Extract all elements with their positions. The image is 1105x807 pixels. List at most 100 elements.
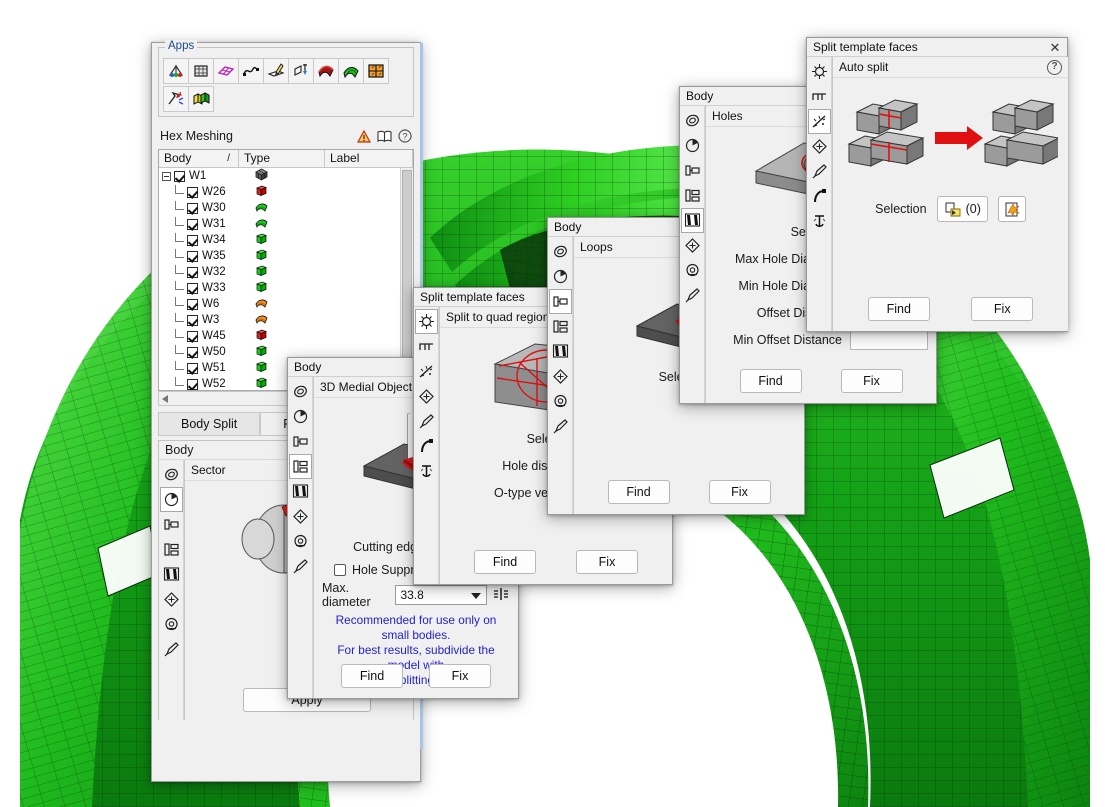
table-row[interactable]: W35 (159, 248, 413, 264)
body-tree[interactable]: Body / Type Label W1 W26 W30 W31 W34 W35 W32 W3… (158, 149, 414, 391)
selection-picker-button[interactable]: (0) (936, 196, 988, 222)
rail-split-disc-icon[interactable] (681, 108, 704, 133)
quad-fix-button[interactable]: Fix (576, 550, 638, 574)
rail-bend-arrow-icon[interactable] (415, 434, 438, 459)
table-row[interactable]: W3 (159, 312, 413, 328)
row-checkbox[interactable] (187, 330, 198, 342)
table-row[interactable]: W31 (159, 216, 413, 232)
rail-split-t-icon[interactable] (160, 512, 183, 537)
sketch-edit-icon[interactable] (263, 58, 289, 84)
row-checkbox[interactable] (187, 202, 198, 214)
rail-anchor-icon[interactable] (808, 209, 831, 234)
row-checkbox[interactable] (187, 250, 198, 262)
close-icon[interactable]: ✕ (1047, 38, 1063, 57)
rail-split-pair-icon[interactable] (681, 208, 704, 233)
table-row[interactable]: W6 (159, 296, 413, 312)
rail-bend-arrow-icon[interactable] (808, 184, 831, 209)
medial-find-button[interactable]: Find (341, 664, 403, 688)
rail-split-t-icon[interactable] (681, 158, 704, 183)
table-row[interactable]: W45 (159, 328, 413, 344)
rail-square-bracket-icon[interactable] (415, 334, 438, 359)
new-selection-icon[interactable] (997, 196, 1026, 222)
surface-mesh-icon[interactable] (213, 58, 239, 84)
row-checkbox[interactable] (187, 298, 198, 310)
rail-split-circle-icon[interactable] (160, 612, 183, 637)
rail-split-disc-icon[interactable] (549, 239, 572, 264)
tree-col-body[interactable]: Body / (159, 150, 239, 167)
auto-fix-button[interactable]: Fix (971, 297, 1034, 321)
row-checkbox[interactable] (187, 266, 198, 278)
hole-suppression-checkbox[interactable] (334, 564, 346, 576)
rail-split-cross-icon[interactable] (289, 454, 312, 479)
rail-split-pair-icon[interactable] (549, 339, 572, 364)
row-checkbox[interactable] (187, 282, 198, 294)
table-row[interactable]: W33 (159, 280, 413, 296)
table-row[interactable]: W34 (159, 232, 413, 248)
rail-split-cross-icon[interactable] (681, 183, 704, 208)
rail-split-diamond-icon[interactable] (415, 384, 438, 409)
row-checkbox[interactable] (187, 186, 198, 198)
tree-col-label[interactable]: Label (325, 150, 413, 167)
rail-split-cross-icon[interactable] (549, 314, 572, 339)
holes-find-button[interactable]: Find (739, 369, 802, 393)
rail-split-t-icon[interactable] (289, 429, 312, 454)
manual-book-icon[interactable] (377, 128, 392, 150)
rail-split-diamond-icon[interactable] (160, 587, 183, 612)
row-checkbox[interactable] (187, 314, 198, 326)
rail-auto-split-icon[interactable] (415, 309, 438, 334)
rail-split-circle-icon[interactable] (289, 529, 312, 554)
row-checkbox[interactable] (187, 218, 198, 230)
tab-body-split[interactable]: Body Split (158, 412, 261, 435)
table-row[interactable]: W26 (159, 184, 413, 200)
blocks-green-icon[interactable] (188, 86, 214, 112)
help-icon[interactable]: ? (398, 128, 412, 150)
red-sweep-icon[interactable] (313, 58, 339, 84)
medial-fix-button[interactable]: Fix (429, 664, 491, 688)
holes-minoffset-input[interactable] (850, 329, 928, 350)
rail-sparkle-split-icon[interactable] (808, 109, 831, 134)
rail-sparkle-split-icon[interactable] (415, 359, 438, 384)
orange-grid-icon[interactable] (363, 58, 389, 84)
loops-fix-button[interactable]: Fix (708, 480, 771, 504)
spinner-stepper-icon[interactable] (492, 587, 510, 604)
table-row[interactable]: W32 (159, 264, 413, 280)
warning-icon[interactable] (356, 128, 372, 150)
rail-split-circle-icon[interactable] (549, 389, 572, 414)
block-mesh-icon[interactable] (188, 58, 214, 84)
auto-find-button[interactable]: Find (867, 297, 930, 321)
mesh-burst-icon[interactable] (163, 86, 189, 112)
rail-split-pair-icon[interactable] (160, 562, 183, 587)
rail-anchor-icon[interactable] (415, 459, 438, 484)
rail-split-diamond-icon[interactable] (681, 233, 704, 258)
loops-find-button[interactable]: Find (607, 480, 670, 504)
max-diameter-combo[interactable]: 33.8 (395, 585, 487, 605)
row-checkbox[interactable] (187, 346, 198, 358)
rail-split-diamond-icon[interactable] (289, 504, 312, 529)
rail-split-diamond-icon[interactable] (549, 364, 572, 389)
rail-split-pencil-icon[interactable] (415, 409, 438, 434)
dialog-split-template-faces-auto[interactable]: Split template faces ✕ Auto split ? Sele… (806, 37, 1068, 332)
rail-split-pencil-icon[interactable] (289, 554, 312, 579)
rail-auto-split-icon[interactable] (808, 59, 831, 84)
rail-split-pencil-icon[interactable] (681, 283, 704, 308)
rail-split-disc-icon[interactable] (160, 462, 183, 487)
rail-split-cross-icon[interactable] (160, 537, 183, 562)
row-checkbox[interactable] (187, 234, 198, 246)
rail-split-pencil-icon[interactable] (808, 159, 831, 184)
sensitivity-icon[interactable] (163, 58, 189, 84)
row-checkbox[interactable] (187, 362, 198, 374)
curve-icon[interactable] (238, 58, 264, 84)
rail-split-diamond-icon[interactable] (808, 134, 831, 159)
holes-fix-button[interactable]: Fix (840, 369, 903, 393)
row-checkbox[interactable] (187, 378, 198, 390)
rail-split-t-icon[interactable] (549, 289, 572, 314)
rail-sector-pie-icon[interactable] (160, 487, 183, 512)
rail-sector-pie-icon[interactable] (681, 133, 704, 158)
rail-split-pencil-icon[interactable] (549, 414, 572, 439)
rail-square-bracket-icon[interactable] (808, 84, 831, 109)
tree-col-type[interactable]: Type (239, 150, 325, 167)
rail-split-circle-icon[interactable] (681, 258, 704, 283)
rail-sector-pie-icon[interactable] (289, 404, 312, 429)
rail-split-disc-icon[interactable] (289, 379, 312, 404)
quad-find-button[interactable]: Find (474, 550, 536, 574)
